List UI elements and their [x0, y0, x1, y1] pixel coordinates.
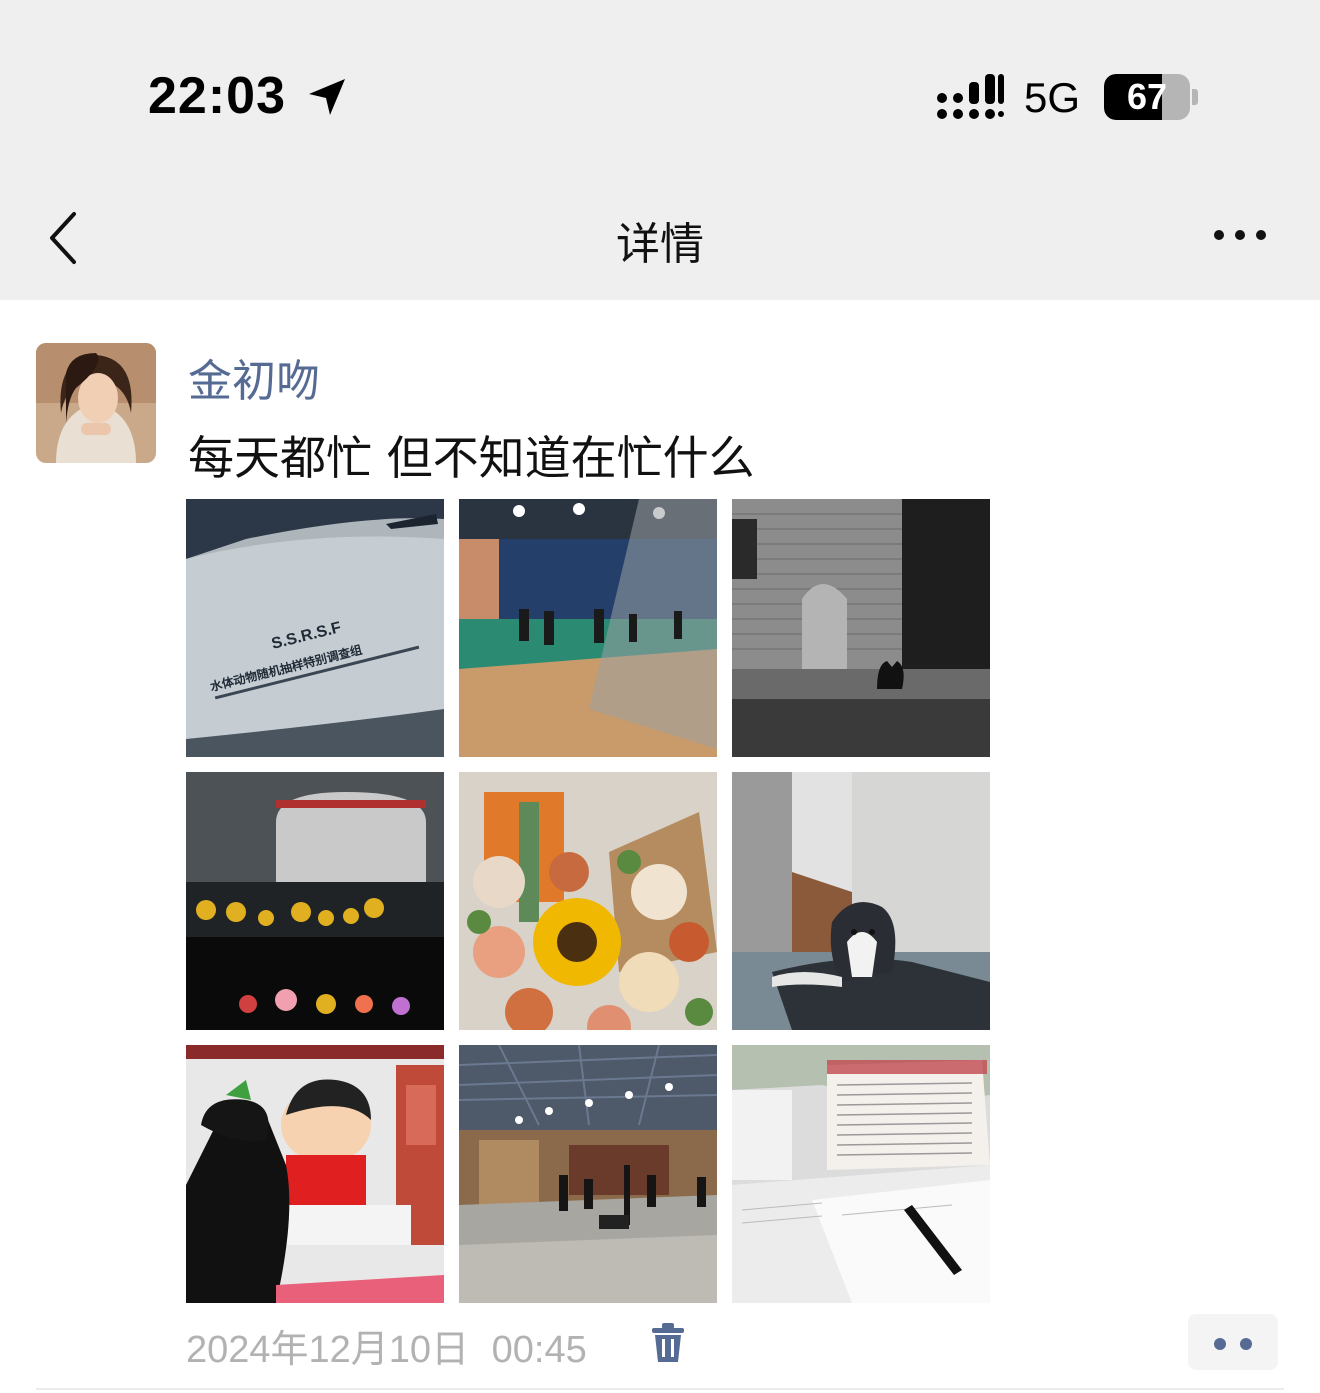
comment-like-button[interactable] [1188, 1314, 1278, 1370]
photo-ducks-dashboard[interactable] [186, 772, 444, 1030]
trash-icon[interactable] [650, 1322, 686, 1364]
photo-cat-wall[interactable] [732, 499, 990, 757]
avatar[interactable] [36, 343, 156, 463]
photo-border-collie[interactable] [732, 772, 990, 1030]
more-dots-icon[interactable] [1210, 226, 1270, 244]
battery-percent: 67 [1126, 76, 1168, 117]
signal-icon [937, 74, 1004, 119]
photo-van-ssrsf[interactable]: S.S.R.S.F 水体动物随机抽样特别调查组 [186, 499, 444, 757]
battery-tip [1192, 89, 1198, 105]
photo-letter-pen[interactable] [732, 1045, 990, 1303]
photo-sunflower-bouquet[interactable] [459, 772, 717, 1030]
photo-grid: S.S.R.S.F 水体动物随机抽样特别调查组 [186, 499, 990, 1303]
status-time: 22:03 [148, 67, 286, 125]
photo-volleyball-court[interactable] [459, 499, 717, 757]
post-text: 每天都忙 但不知道在忙什么 [188, 431, 755, 485]
post-date: 2024年12月10日 [186, 1329, 470, 1371]
status-bar: 22:03 5G 67 [0, 0, 1320, 170]
more-dots-icon [1240, 1338, 1252, 1350]
photo-gym-hall[interactable] [459, 1045, 717, 1303]
page-title: 详情 [616, 219, 704, 270]
post-time: 00:45 [491, 1329, 587, 1371]
author-name[interactable]: 金初吻 [188, 345, 320, 409]
photo-crayon-shinchan[interactable] [186, 1045, 444, 1303]
battery-icon: 67 [1104, 74, 1190, 120]
nav-bar: 详情 [0, 170, 1320, 300]
location-arrow-icon [309, 79, 345, 115]
top-bar: 22:03 5G 67 详情 [0, 0, 1320, 300]
post-meta: 2024年12月10日 00:45 [186, 1318, 587, 1373]
divider [36, 1388, 1284, 1390]
more-dots-icon [1214, 1338, 1226, 1350]
network-type: 5G [1024, 74, 1081, 121]
